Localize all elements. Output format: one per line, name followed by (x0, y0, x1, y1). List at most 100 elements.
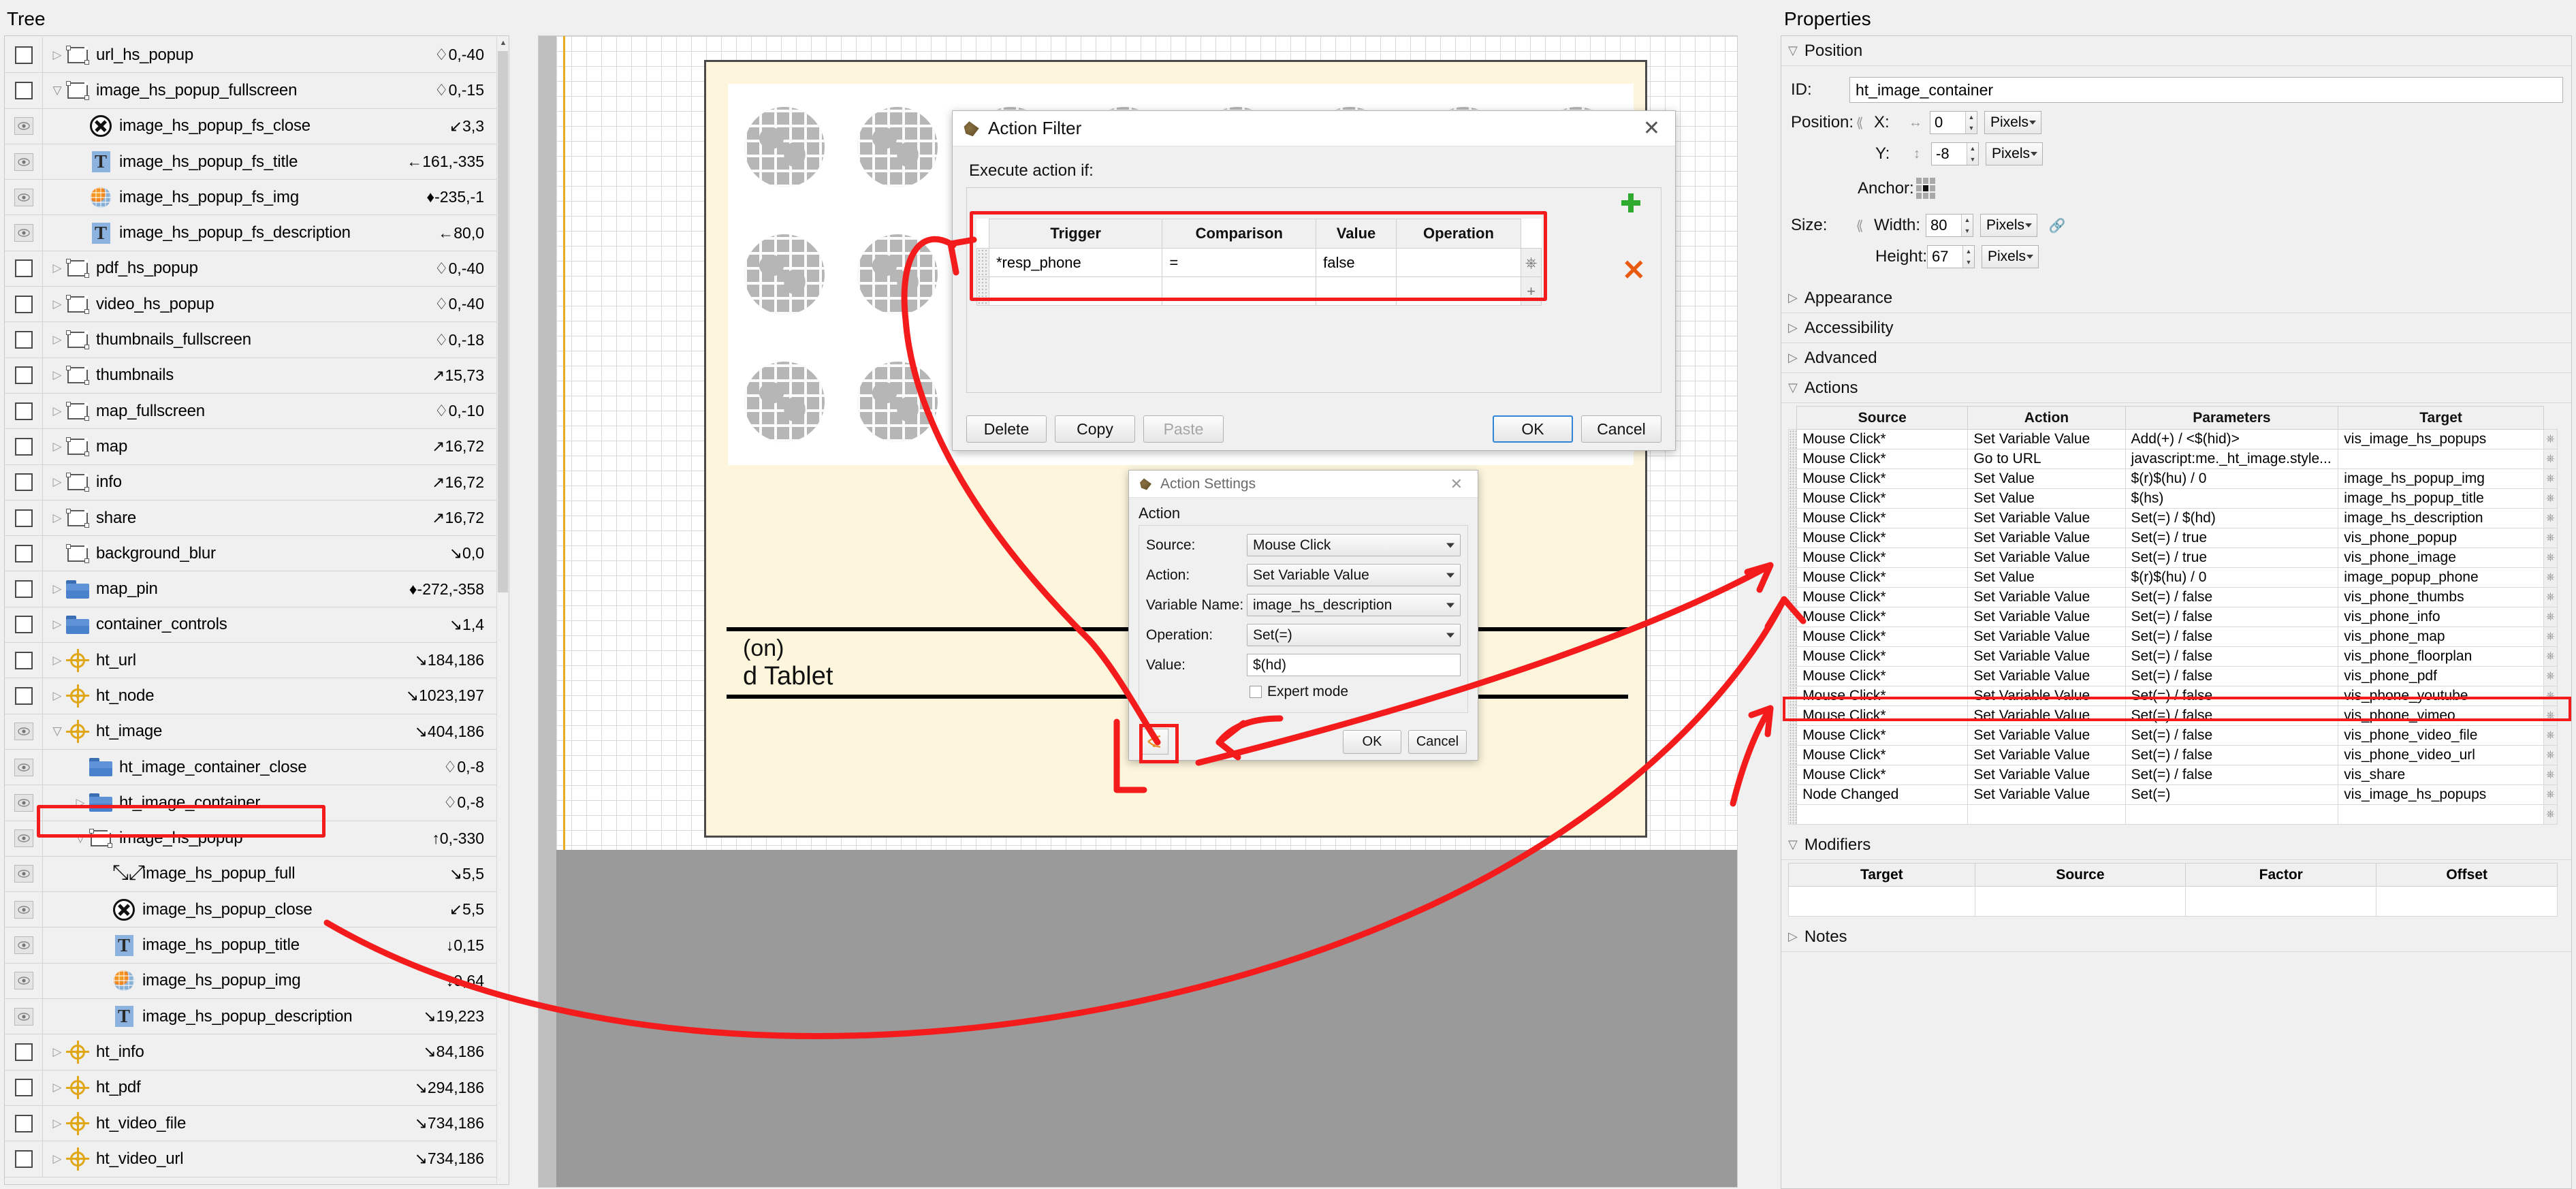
anchor-selector[interactable] (1916, 178, 1935, 199)
filter-cell-value[interactable] (1316, 276, 1397, 306)
visibility-toggle[interactable] (14, 188, 33, 206)
delete-action-icon[interactable]: ⎈ (2543, 784, 2558, 805)
row-drag-handle[interactable] (1787, 745, 1798, 765)
filter-cell-operation[interactable] (1395, 248, 1522, 277)
width-stepper[interactable]: 80 ▲ ▼ (1926, 214, 1973, 237)
actions-cell-action[interactable]: Set Variable Value (1967, 607, 2126, 627)
action-filter-branch-button[interactable] (1140, 729, 1168, 755)
delete-action-icon[interactable]: ⎈ (2543, 745, 2558, 765)
chevron-right-icon[interactable]: ▷ (50, 261, 65, 275)
actions-cell-source[interactable]: Mouse Click* (1796, 686, 1969, 706)
actions-table-row[interactable]: Mouse Click* Set Variable Value Set(=) / f… (1787, 607, 2558, 627)
expert-mode-checkbox[interactable] (1250, 686, 1262, 698)
chevron-right-icon[interactable]: ▷ (73, 796, 88, 810)
tree-row-visibility-cell[interactable] (5, 393, 43, 429)
actions-table-row[interactable]: Mouse Click* Set Value $(r)$(hu) / 0 image_… (1787, 469, 2558, 489)
tree-row-visibility-cell[interactable] (5, 643, 43, 678)
tree-row[interactable]: ▷ ht_pdf ↘294,186 (5, 1070, 496, 1106)
tree-row[interactable]: ▷ image_hs_popup_close ↙5,5 (5, 892, 496, 928)
actions-cell-parameters[interactable]: Set(=) (2125, 784, 2339, 805)
actions-cell-action[interactable]: Set Variable Value (1967, 745, 2126, 765)
actions-cell-source[interactable]: Mouse Click* (1796, 745, 1969, 765)
actions-cell-target[interactable]: vis_phone_info (2338, 607, 2544, 627)
actions-cell-source[interactable]: Mouse Click* (1796, 666, 1969, 686)
actions-cell-target[interactable]: vis_image_hs_popups (2338, 429, 2544, 449)
row-drag-handle[interactable] (1787, 528, 1798, 548)
visibility-checkbox[interactable] (14, 366, 33, 385)
actions-cell-action[interactable]: Set Variable Value (1967, 784, 2126, 805)
actions-cell-target[interactable]: vis_phone_video_url (2338, 745, 2544, 765)
value-input[interactable]: $(hd) (1247, 654, 1461, 676)
scroll-up-icon[interactable]: ▲ (498, 38, 508, 48)
add-condition-icon[interactable] (1621, 193, 1640, 212)
visibility-toggle[interactable] (14, 153, 33, 171)
visibility-checkbox[interactable] (14, 295, 33, 313)
tree-row-visibility-cell[interactable] (5, 144, 43, 180)
visibility-toggle[interactable] (14, 793, 33, 812)
filter-table[interactable]: Trigger Comparison Value Operation *resp… (976, 219, 1542, 306)
visibility-toggle[interactable] (14, 758, 33, 776)
delete-button[interactable]: Delete (966, 415, 1047, 443)
delete-action-icon[interactable]: ⎈ (2543, 567, 2558, 588)
tree-row[interactable]: ▷ map ↗16,72 (5, 429, 496, 465)
actions-cell-parameters[interactable]: Set(=) / false (2125, 765, 2339, 785)
height-stepper-arrows[interactable]: ▲ ▼ (1962, 246, 1974, 268)
actions-table-row[interactable]: Mouse Click* Go to URL javascript:me._ht_i… (1787, 449, 2558, 469)
tree-row[interactable]: ▷Timage_hs_popup_fs_title ←161,-335 (5, 144, 496, 180)
actions-table-row[interactable]: Mouse Click* Set Variable Value Set(=) / f… (1787, 646, 2558, 667)
actions-cell-target[interactable]: image_hs_description (2338, 508, 2544, 528)
delete-action-icon[interactable]: ⎈ (2543, 429, 2558, 449)
actions-table-row[interactable]: Mouse Click* Set Variable Value Set(=) / f… (1787, 587, 2558, 607)
tree-row-visibility-cell[interactable] (5, 180, 43, 215)
visibility-toggle[interactable] (14, 1007, 33, 1026)
delete-action-icon[interactable]: ⎈ (2543, 666, 2558, 686)
visibility-checkbox[interactable] (14, 616, 33, 634)
actions-cell-target[interactable]: vis_phone_map (2338, 627, 2544, 647)
tree-row[interactable]: ▷ pdf_hs_popup ♢0,-40 (5, 251, 496, 287)
chevron-right-icon[interactable]: ▷ (50, 1081, 65, 1094)
actions-table-row[interactable]: Mouse Click* Set Value $(hs) image_hs_popup… (1787, 488, 2558, 509)
actions-cell-target[interactable]: vis_phone_image (2338, 548, 2544, 568)
tree-row[interactable]: ▽ ht_image ↘404,186 (5, 714, 496, 750)
cancel-button[interactable]: Cancel (1408, 729, 1467, 754)
tree-row-visibility-cell[interactable] (5, 607, 43, 643)
modifiers-empty-row[interactable] (1788, 886, 2558, 917)
row-drag-handle[interactable] (1787, 706, 1798, 726)
actions-table-row[interactable]: Mouse Click* Set Variable Value Set(=) / f… (1787, 686, 2558, 706)
source-select[interactable]: Mouse Click (1247, 534, 1461, 556)
actions-cell-source[interactable]: Mouse Click* (1796, 607, 1969, 627)
row-drag-handle[interactable] (1787, 508, 1798, 528)
delete-action-icon[interactable]: ⎈ (2543, 706, 2558, 726)
chevron-down-icon[interactable]: ▽ (73, 831, 88, 845)
actions-table-row[interactable]: ⎈ (1787, 804, 2558, 825)
row-drag-handle[interactable] (1787, 784, 1798, 805)
actions-cell-parameters[interactable]: Set(=) / false (2125, 686, 2339, 706)
tree-row-visibility-cell[interactable] (5, 358, 43, 393)
tree-row-visibility-cell[interactable] (5, 464, 43, 500)
visibility-toggle[interactable] (14, 865, 33, 883)
actions-cell-source[interactable]: Mouse Click* (1796, 765, 1969, 785)
modifiers-cell[interactable] (2376, 886, 2558, 917)
actions-cell-action[interactable]: Set Variable Value (1967, 725, 2126, 746)
tree-row-visibility-cell[interactable] (5, 322, 43, 358)
actions-cell-action[interactable]: Set Variable Value (1967, 646, 2126, 667)
actions-cell-source[interactable] (1796, 804, 1969, 825)
tree-row-visibility-cell[interactable] (5, 251, 43, 287)
tree-row[interactable]: ▷⤡⤢image_hs_popup_full ↘5,5 (5, 856, 496, 893)
row-drag-handle[interactable] (1787, 449, 1798, 469)
visibility-checkbox[interactable] (14, 651, 33, 669)
actions-cell-action[interactable]: Set Value (1967, 469, 2126, 489)
actions-cell-source[interactable]: Mouse Click* (1796, 548, 1969, 568)
filter-cell-trigger[interactable] (988, 276, 1163, 306)
actions-cell-target[interactable]: vis_phone_video_file (2338, 725, 2544, 746)
actions-table-row[interactable]: Mouse Click* Set Variable Value Set(=) / f… (1787, 627, 2558, 647)
actions-cell-source[interactable]: Mouse Click* (1796, 627, 1969, 647)
delete-action-icon[interactable]: ⎈ (2543, 449, 2558, 469)
chevron-right-icon[interactable]: ▷ (50, 405, 65, 418)
tree-row[interactable]: ▷ ht_url ↘184,186 (5, 643, 496, 679)
y-unit-select[interactable]: Pixels (1986, 142, 2043, 165)
visibility-checkbox[interactable] (14, 509, 33, 527)
visibility-toggle[interactable] (14, 972, 33, 990)
x-stepper[interactable]: 0 ▲ ▼ (1930, 111, 1977, 134)
visibility-toggle[interactable] (14, 224, 33, 242)
